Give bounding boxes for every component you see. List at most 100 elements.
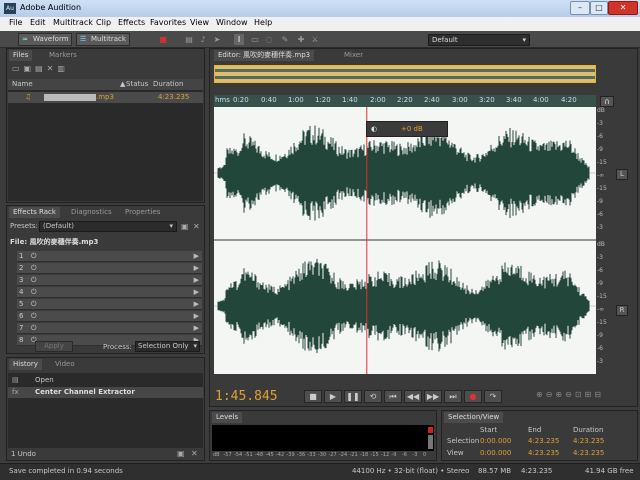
file-row[interactable]: ♫ .mp3 4:23.235 [8,92,203,103]
slot-menu-arrow-icon[interactable]: ▶ [194,323,199,334]
overview-bar[interactable] [214,65,596,83]
tab-selection-view[interactable]: Selection/View [444,412,504,423]
tab-properties[interactable]: Properties [121,207,164,218]
power-icon[interactable]: ⏻ [31,263,37,274]
effect-slot-1[interactable]: 1 ⏻ ▶ [17,251,202,262]
spectral-icon[interactable]: ▤ [184,34,194,45]
clip-indicator[interactable] [428,427,433,433]
process-dropdown[interactable]: Selection Only ▾ [135,341,200,352]
history-delete-icon[interactable]: ✕ [191,449,198,458]
heal-tool-icon[interactable]: ✚ [296,34,306,45]
selection-end[interactable]: 4:23.235 [528,437,559,445]
menu-help[interactable]: Help [254,18,272,27]
slot-menu-arrow-icon[interactable]: ▶ [194,275,199,286]
selection-start[interactable]: 0:00.000 [480,437,511,445]
delete-preset-icon[interactable]: ✕ [193,222,200,231]
slot-menu-arrow-icon[interactable]: ▶ [194,287,199,298]
razor-icon[interactable]: ⚔ [310,34,320,45]
effect-icon: fx [12,388,19,396]
history-item[interactable]: ▤ Open [8,375,203,386]
effect-slot-6[interactable]: 6 ⏻ ▶ [17,311,202,322]
col-duration[interactable]: Duration [153,79,183,90]
zoom-icons[interactable]: ⊕⊖⊕⊖⊡⊞⊟ [536,390,604,399]
current-time[interactable]: 1:45.845 [215,389,278,404]
col-status[interactable]: Status [126,79,148,90]
marquee-tool-icon[interactable]: ▭ [250,34,260,45]
col-name[interactable]: Name [12,79,33,90]
go-to-end-button[interactable]: ⏭ [444,390,462,403]
rewind-button[interactable]: ◀◀ [404,390,422,403]
pause-button[interactable]: ❚❚ [344,390,362,403]
power-icon[interactable]: ⏻ [31,287,37,298]
files-toolbar-icons[interactable]: ▭▣▤✕▥ [12,64,69,73]
time-ruler[interactable]: hms 0:20 0:40 1:00 1:20 1:40 2:00 2:20 2:40 3:00 3… [214,95,596,107]
tab-effects-rack[interactable]: Effects Rack [9,207,60,218]
menu-view[interactable]: View [190,18,209,27]
pitch-icon[interactable]: ♪ [198,34,208,45]
stop-button[interactable]: ■ [304,390,322,403]
view-start[interactable]: 0:00.000 [480,449,511,457]
db-tick-label: -9 [597,332,603,339]
tab-video[interactable]: Video [51,359,79,370]
loop-button[interactable]: ⟲ [364,390,382,403]
power-icon[interactable]: ⏻ [31,311,37,322]
tab-markers[interactable]: Markers [45,50,81,61]
apply-button[interactable]: Apply [35,341,73,352]
go-to-start-button[interactable]: ⏮ [384,390,402,403]
fast-forward-button[interactable]: ▶▶ [424,390,442,403]
record-button[interactable]: ● [464,390,482,403]
headphone-icon[interactable]: ∩ [600,96,614,107]
menu-favorites[interactable]: Favorites [150,18,186,27]
move-tool-icon[interactable]: ➤ [212,34,222,45]
menu-clip[interactable]: Clip [96,18,111,27]
skip-button[interactable]: ↷ [484,390,502,403]
lasso-tool-icon[interactable]: ◌ [264,34,274,45]
power-icon[interactable]: ⏻ [31,323,37,334]
waveform-button[interactable]: ≈ Waveform [18,33,72,46]
tab-mixer[interactable]: Mixer [340,50,367,61]
slot-menu-arrow-icon[interactable]: ▶ [194,263,199,274]
menu-effects[interactable]: Effects [118,18,145,27]
channel-right-toggle[interactable]: R [616,305,628,316]
brush-tool-icon[interactable]: ✎ [280,34,290,45]
history-item[interactable]: fx Center Channel Extractor [8,387,203,398]
slot-menu-arrow-icon[interactable]: ▶ [194,311,199,322]
effect-slot-5[interactable]: 5 ⏻ ▶ [17,299,202,310]
ruler-tick-label: hms [215,96,230,104]
record-mode-icon[interactable]: ■ [158,34,168,45]
save-preset-icon[interactable]: ▣ [181,222,189,231]
tab-levels[interactable]: Levels [212,412,243,423]
tab-files[interactable]: Files [9,50,33,61]
menu-multitrack[interactable]: Multitrack [53,18,93,27]
effect-slot-3[interactable]: 3 ⏻ ▶ [17,275,202,286]
power-icon[interactable]: ⏻ [31,251,37,262]
selection-duration[interactable]: 4:23.235 [573,437,604,445]
power-icon[interactable]: ⏻ [31,299,37,310]
time-selection-tool-icon[interactable]: I [234,34,244,45]
channel-left-toggle[interactable]: L [616,169,628,180]
menu-file[interactable]: File [9,18,22,27]
waveform-display[interactable]: ◐ +0 dB [214,107,596,374]
play-button[interactable]: ▶ [324,390,342,403]
restore-button[interactable]: □ [590,1,608,15]
close-button[interactable]: ✕ [608,1,638,15]
tab-editor[interactable]: Editor: 風吹的麥穗伴奏.mp3 [214,50,315,61]
view-duration[interactable]: 4:23.235 [573,449,604,457]
menu-edit[interactable]: Edit [30,18,46,27]
minimize-button[interactable]: – [570,1,590,15]
tab-history[interactable]: History [9,359,42,370]
effect-slot-7[interactable]: 7 ⏻ ▶ [17,323,202,334]
history-undo-icon[interactable]: ▣ [177,449,185,458]
slot-menu-arrow-icon[interactable]: ▶ [194,299,199,310]
view-end[interactable]: 4:23.235 [528,449,559,457]
tab-diagnostics[interactable]: Diagnostics [67,207,116,218]
hud-volume[interactable]: ◐ +0 dB [366,121,448,137]
presets-dropdown[interactable]: (Default) ▾ [39,221,177,232]
effect-slot-4[interactable]: 4 ⏻ ▶ [17,287,202,298]
menu-window[interactable]: Window [216,18,248,27]
workspace-dropdown[interactable]: Default ▾ [428,34,530,46]
power-icon[interactable]: ⏻ [31,275,37,286]
multitrack-button[interactable]: ☰ Multitrack [76,33,130,46]
slot-menu-arrow-icon[interactable]: ▶ [194,251,199,262]
effect-slot-2[interactable]: 2 ⏻ ▶ [17,263,202,274]
